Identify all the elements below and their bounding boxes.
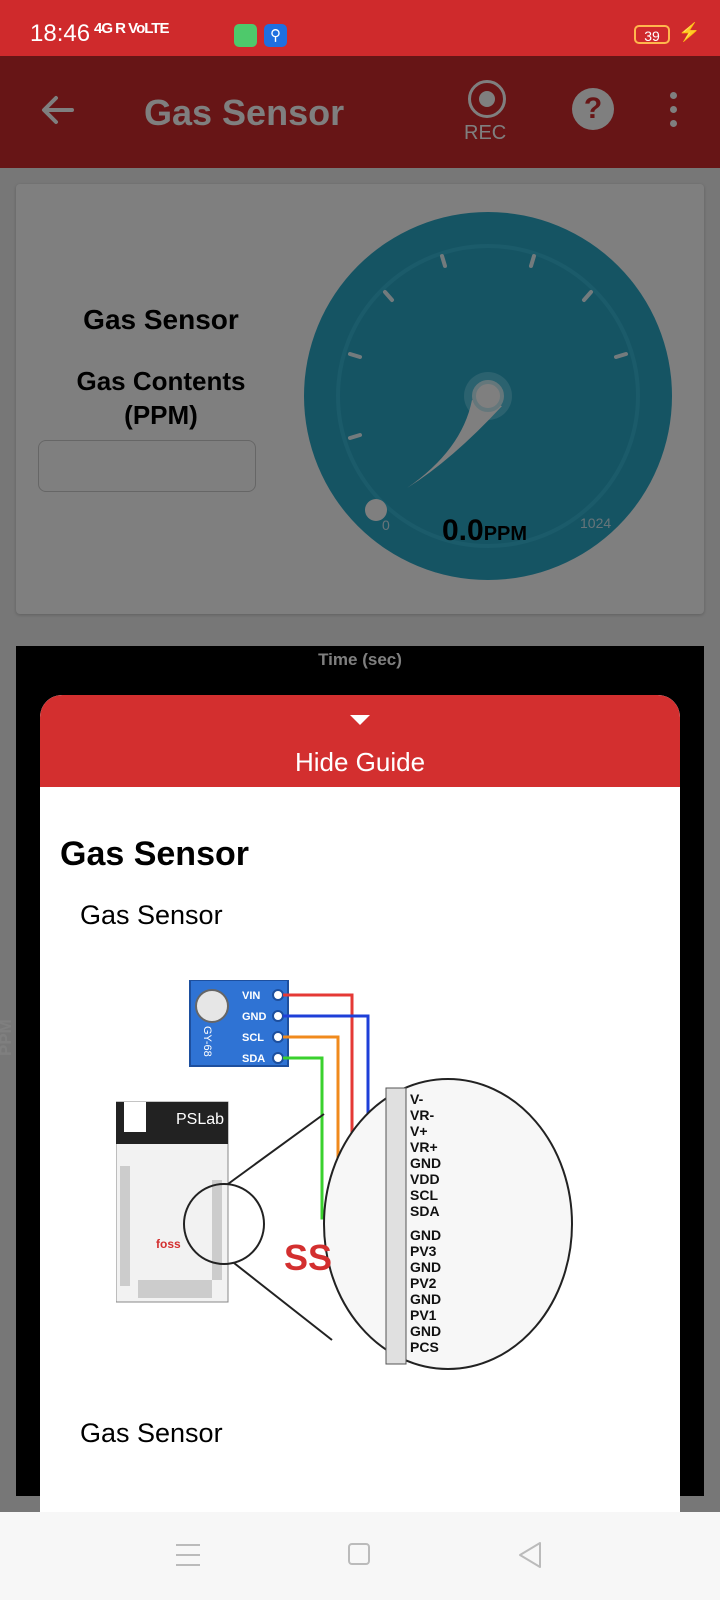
hide-guide-button[interactable]: Hide Guide xyxy=(40,695,680,787)
board-name: PSLab xyxy=(176,1111,224,1128)
header-pin-label: PV3 xyxy=(410,1243,437,1259)
network-indicator: 4G R VoLTE xyxy=(94,20,169,37)
notification-app-icon xyxy=(234,24,257,47)
usb-icon: ⚲ xyxy=(264,24,287,47)
nav-back-icon[interactable] xyxy=(516,1540,544,1570)
pin-vin-label: VIN xyxy=(242,990,260,1002)
module-name: GY-68 xyxy=(201,1026,213,1057)
guide-description: Gas Sensor xyxy=(80,900,223,930)
header-pin-label: VR+ xyxy=(410,1139,438,1155)
guide-bottom-sheet: Hide Guide Gas Sensor Gas Sensor GY-68 V… xyxy=(40,695,680,1512)
header-pin-label: GND xyxy=(410,1259,441,1275)
pin-scl-label: SCL xyxy=(242,1032,264,1044)
svg-text:SS: SS xyxy=(284,1237,332,1278)
header-pin-label: V- xyxy=(410,1091,424,1107)
status-time: 18:46 xyxy=(30,20,91,47)
header-pin-label: VDD xyxy=(410,1171,440,1187)
wiring-diagram: GY-68 VIN GND SCL SDA PSLab foss SS V-VR… xyxy=(116,980,573,1370)
header-pin-label: SDA xyxy=(410,1203,440,1219)
guide-description-2: Gas Sensor xyxy=(80,1418,223,1448)
header-pin-label: GND xyxy=(410,1227,441,1243)
header-pin-label: GND xyxy=(410,1323,441,1339)
svg-text:foss: foss xyxy=(156,1237,181,1251)
pin-sda-label: SDA xyxy=(242,1053,265,1065)
status-bar: 18:46 4G R VoLTE ⚲ 39 ⚡ xyxy=(0,0,720,56)
header-pin-label: SCL xyxy=(410,1187,438,1203)
caret-down-icon xyxy=(350,715,370,725)
guide-title: Gas Sensor xyxy=(60,835,249,873)
header-pin-label: PV2 xyxy=(410,1275,437,1291)
battery-icon: 39 xyxy=(634,25,670,44)
header-pin-label: PCS xyxy=(410,1339,439,1355)
header-pin-label: PV1 xyxy=(410,1307,437,1323)
header-pin-label: VR- xyxy=(410,1107,434,1123)
charging-icon: ⚡ xyxy=(678,22,701,42)
header-pin-label: GND xyxy=(410,1291,441,1307)
home-icon[interactable] xyxy=(348,1543,370,1565)
header-pin-label: GND xyxy=(410,1155,441,1171)
pin-gnd-label: GND xyxy=(242,1011,267,1023)
header-pin-label: V+ xyxy=(410,1123,428,1139)
hide-guide-label: Hide Guide xyxy=(294,747,426,777)
system-nav-bar xyxy=(0,1512,720,1600)
recent-apps-icon[interactable] xyxy=(176,1544,200,1566)
